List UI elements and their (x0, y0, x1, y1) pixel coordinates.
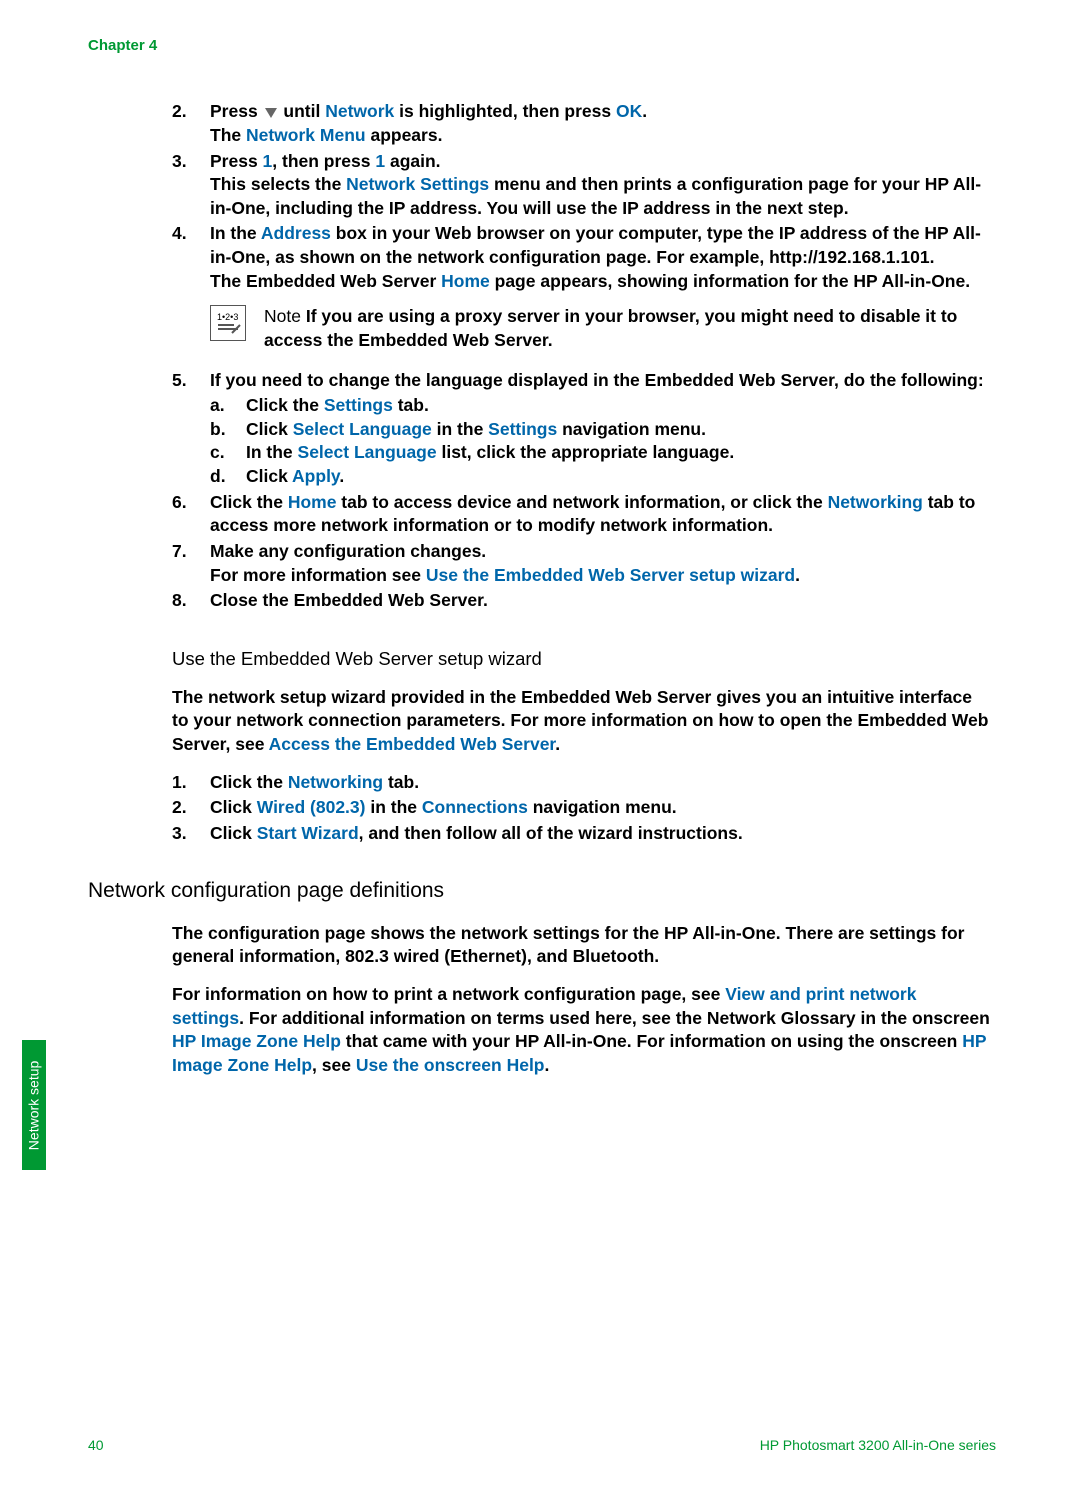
list-item: 7.Make any configuration changes.For mor… (172, 540, 992, 587)
link-text[interactable]: Select Language (293, 419, 432, 439)
list-number: 6. (172, 491, 210, 538)
sub-letter: c. (210, 441, 246, 465)
sub-letter: d. (210, 465, 246, 489)
side-tab-label: Network setup (25, 1060, 44, 1149)
sub-list-item: b.Click Select Language in the Settings … (210, 418, 992, 442)
sub-list-item: c.In the Select Language list, click the… (210, 441, 992, 465)
link-text[interactable]: Use the onscreen Help (356, 1055, 545, 1075)
list-body: Press until Network is highlighted, then… (210, 100, 992, 147)
list-item: 2.Click Wired (802.3) in the Connections… (172, 796, 992, 820)
page-footer: 40 HP Photosmart 3200 All-in-One series (88, 1436, 996, 1455)
subsection-heading: Use the Embedded Web Server setup wizard (172, 647, 992, 672)
steps-list-a: 2.Press until Network is highlighted, th… (172, 100, 992, 613)
list-item: 8.Close the Embedded Web Server. (172, 589, 992, 613)
list-body: Click the Networking tab. (210, 771, 992, 795)
link-text[interactable]: Access the Embedded Web Server (269, 734, 556, 754)
list-body: Click Start Wizard, and then follow all … (210, 822, 992, 846)
list-number: 8. (172, 589, 210, 613)
link-text[interactable]: Home (288, 492, 337, 512)
list-body: In the Address box in your Web browser o… (210, 222, 992, 366)
link-text[interactable]: Start Wizard (257, 823, 359, 843)
note-label: Note (264, 306, 306, 326)
link-text[interactable]: Networking (288, 772, 383, 792)
link-text[interactable]: Select Language (298, 442, 437, 462)
link-text[interactable]: Connections (422, 797, 528, 817)
link-text[interactable]: 1 (263, 151, 273, 171)
steps-list-b: 1.Click the Networking tab.2.Click Wired… (172, 771, 992, 846)
link-text[interactable]: Address (261, 223, 331, 243)
list-number: 1. (172, 771, 210, 795)
list-body: Make any configuration changes.For more … (210, 540, 992, 587)
note-block: 1•2•3 Note If you are using a proxy serve… (210, 305, 992, 352)
side-tab: Network setup (22, 1040, 46, 1170)
note-text: If you are using a proxy server in your … (264, 306, 957, 350)
chapter-title: Chapter 4 (88, 36, 992, 56)
list-number: 5. (172, 369, 210, 489)
list-number: 4. (172, 222, 210, 366)
list-body: Press 1, then press 1 again.This selects… (210, 150, 992, 221)
list-item: 5.If you need to change the language dis… (172, 369, 992, 489)
list-item: 3.Press 1, then press 1 again.This selec… (172, 150, 992, 221)
list-item: 3.Click Start Wizard, and then follow al… (172, 822, 992, 846)
list-item: 2.Press until Network is highlighted, th… (172, 100, 992, 147)
paragraph-config-desc: The configuration page shows the network… (172, 922, 992, 969)
list-body: Click the Home tab to access device and … (210, 491, 992, 538)
product-name: HP Photosmart 3200 All-in-One series (760, 1436, 996, 1455)
paragraph-more-info: For information on how to print a networ… (172, 983, 992, 1078)
list-body: If you need to change the language displ… (210, 369, 992, 489)
sub-letter: a. (210, 394, 246, 418)
sub-letter: b. (210, 418, 246, 442)
note-icon: 1•2•3 (210, 305, 246, 341)
link-text[interactable]: Home (441, 271, 490, 291)
list-item: 6.Click the Home tab to access device an… (172, 491, 992, 538)
list-item: 4.In the Address box in your Web browser… (172, 222, 992, 366)
link-text[interactable]: HP Image Zone Help (172, 1031, 341, 1051)
paragraph-wizard-intro: The network setup wizard provided in the… (172, 686, 992, 757)
list-number: 7. (172, 540, 210, 587)
list-number: 3. (172, 150, 210, 221)
link-text[interactable]: Use the Embedded Web Server setup wizard (426, 565, 795, 585)
link-text[interactable]: 1 (375, 151, 385, 171)
sub-list-item: a.Click the Settings tab. (210, 394, 992, 418)
link-text[interactable]: Network (325, 101, 394, 121)
list-number: 3. (172, 822, 210, 846)
page-number: 40 (88, 1436, 104, 1455)
sub-list-item: d.Click Apply. (210, 465, 992, 489)
link-text[interactable]: Networking (828, 492, 923, 512)
link-text[interactable]: Network Menu (246, 125, 366, 145)
list-number: 2. (172, 796, 210, 820)
list-body: Click Wired (802.3) in the Connections n… (210, 796, 992, 820)
list-item: 1.Click the Networking tab. (172, 771, 992, 795)
down-arrow-icon (265, 108, 277, 118)
list-number: 2. (172, 100, 210, 147)
link-text[interactable]: Settings (488, 419, 557, 439)
link-text[interactable]: Apply (292, 466, 339, 486)
link-text[interactable]: Network Settings (346, 174, 489, 194)
link-text[interactable]: OK (616, 101, 642, 121)
section-heading: Network configuration page definitions (88, 877, 992, 905)
link-text[interactable]: Settings (324, 395, 393, 415)
link-text[interactable]: Wired (802.3) (257, 797, 366, 817)
svg-text:1•2•3: 1•2•3 (217, 312, 238, 322)
list-body: Close the Embedded Web Server. (210, 589, 992, 613)
